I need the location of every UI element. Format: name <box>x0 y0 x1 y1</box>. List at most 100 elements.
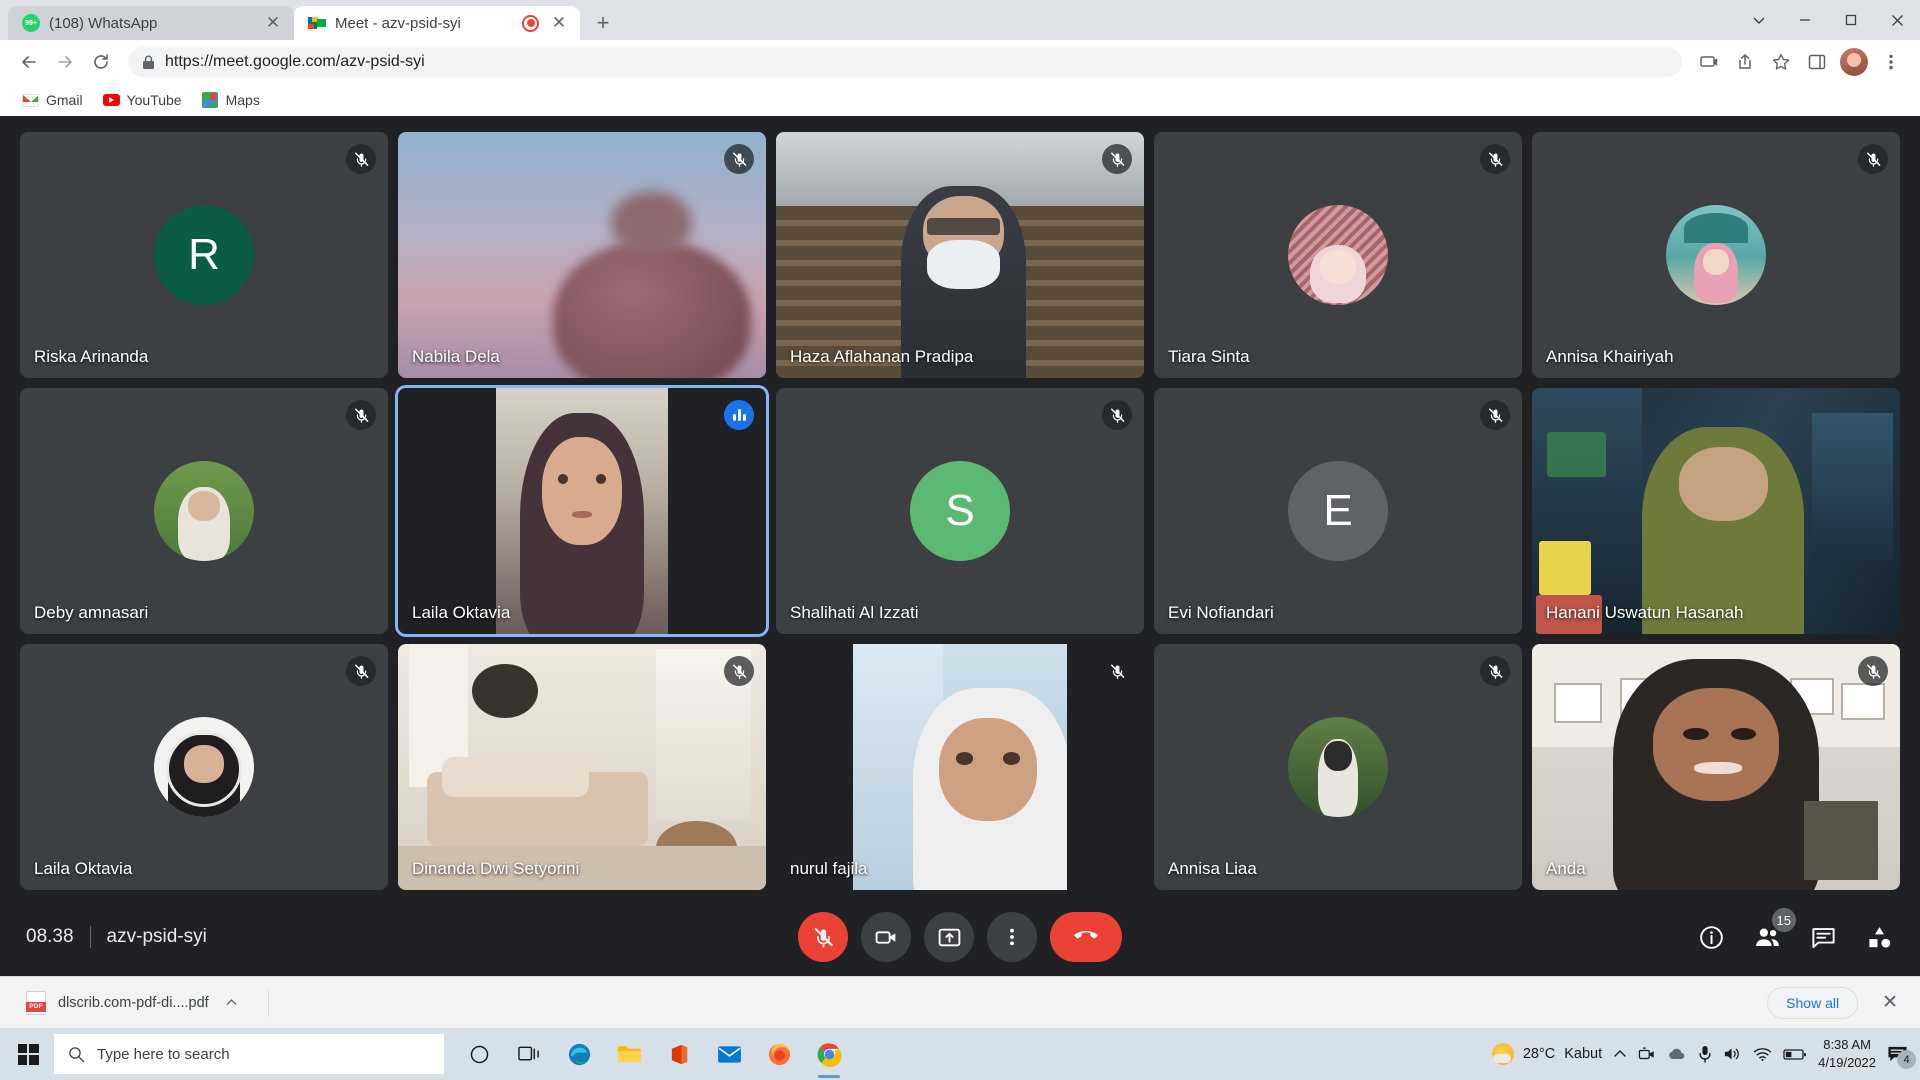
meeting-details-button[interactable] <box>1696 922 1726 952</box>
chevron-up-icon[interactable] <box>221 996 242 1009</box>
minimize-icon[interactable] <box>1782 0 1828 40</box>
video-feed <box>776 132 1144 378</box>
mic-off-icon <box>724 656 754 686</box>
chat-button[interactable] <box>1808 922 1838 952</box>
participant-tile[interactable]: Laila Oktavia <box>20 644 388 890</box>
start-button[interactable] <box>4 1028 52 1080</box>
microsoft-edge-icon[interactable] <box>556 1028 602 1080</box>
close-window-icon[interactable] <box>1874 0 1920 40</box>
bookmark-youtube[interactable]: YouTube <box>95 89 190 112</box>
participant-tile[interactable]: R Riska Arinanda <box>20 132 388 378</box>
weather-widget[interactable]: 28°C Kabut <box>1491 1043 1602 1065</box>
microphone-off-button[interactable] <box>798 912 848 962</box>
meet-control-bar: 08.38 azv-psid-syi 15 <box>0 898 1920 976</box>
new-tab-button[interactable]: + <box>586 6 620 40</box>
media-cast-icon[interactable] <box>1692 45 1726 79</box>
show-all-downloads-button[interactable]: Show all <box>1767 986 1859 1019</box>
microsoft-office-icon[interactable] <box>656 1028 702 1080</box>
video-feed <box>1532 644 1900 890</box>
bookmark-star-icon[interactable] <box>1764 45 1798 79</box>
avatar <box>1288 717 1388 817</box>
tab-close-icon[interactable]: ✕ <box>548 12 570 34</box>
leave-call-button[interactable] <box>1050 912 1122 962</box>
participant-tile[interactable]: Annisa Liaa <box>1154 644 1522 890</box>
mic-off-icon <box>346 400 376 430</box>
participant-name: Haza Aflahanan Pradipa <box>790 347 974 366</box>
participant-tile-active-speaker[interactable]: Laila Oktavia <box>398 388 766 634</box>
battery-icon[interactable] <box>1783 1048 1807 1061</box>
microphone-tray-icon[interactable] <box>1698 1045 1712 1063</box>
participant-name: Laila Oktavia <box>34 859 133 878</box>
bookmark-gmail[interactable]: Gmail <box>14 89 91 112</box>
participant-tile-self[interactable]: Anda <box>1532 644 1900 890</box>
taskbar-apps <box>456 1028 852 1080</box>
participant-name: Nabila Dela <box>412 347 500 366</box>
share-icon[interactable] <box>1728 45 1762 79</box>
forward-arrow-icon[interactable] <box>48 45 82 79</box>
volume-icon[interactable] <box>1723 1046 1742 1062</box>
participant-tile[interactable]: Tiara Sinta <box>1154 132 1522 378</box>
search-icon <box>68 1046 85 1063</box>
mail-icon[interactable] <box>706 1028 752 1080</box>
participant-grid: R Riska Arinanda Nabila Dela Haza Aflaha… <box>0 116 1920 898</box>
participant-tile[interactable]: Nabila Dela <box>398 132 766 378</box>
google-meet-icon <box>308 14 326 32</box>
participant-name: Anda <box>1546 859 1586 878</box>
close-shelf-icon[interactable]: ✕ <box>1876 991 1904 1014</box>
browser-tab-meet[interactable]: Meet - azv-psid-syi ✕ <box>294 6 580 40</box>
avatar <box>1666 205 1766 305</box>
bookmark-maps[interactable]: Maps <box>194 89 268 112</box>
chrome-menu-icon[interactable] <box>1874 45 1908 79</box>
show-hidden-icons-button[interactable] <box>1613 1047 1627 1061</box>
onedrive-cloud-icon[interactable] <box>1667 1047 1687 1061</box>
notification-center-button[interactable]: 4 <box>1887 1045 1916 1069</box>
windows-logo-icon <box>17 1043 39 1065</box>
present-screen-button[interactable] <box>924 912 974 962</box>
firefox-icon[interactable] <box>756 1028 802 1080</box>
maximize-icon[interactable] <box>1828 0 1874 40</box>
file-explorer-icon[interactable] <box>606 1028 652 1080</box>
taskbar-search-input[interactable]: Type here to search <box>54 1034 444 1074</box>
participant-name: Laila Oktavia <box>412 603 511 622</box>
participant-name: Annisa Khairiyah <box>1546 347 1674 366</box>
participant-tile[interactable]: Dinanda Dwi Setyorini <box>398 644 766 890</box>
participant-tile[interactable]: nurul fajila <box>776 644 1144 890</box>
side-panel-icon[interactable] <box>1800 45 1834 79</box>
tab-recording-icon[interactable] <box>522 14 539 32</box>
activities-button[interactable] <box>1864 922 1894 952</box>
participant-count-badge: 15 <box>1771 908 1796 932</box>
participant-tile[interactable]: Haza Aflahanan Pradipa <box>776 132 1144 378</box>
participant-name: Evi Nofiandari <box>1168 603 1274 622</box>
back-arrow-icon[interactable] <box>12 45 46 79</box>
participant-tile[interactable]: E Evi Nofiandari <box>1154 388 1522 634</box>
more-options-button[interactable] <box>987 912 1037 962</box>
mic-off-icon <box>346 656 376 686</box>
reload-icon[interactable] <box>84 45 118 79</box>
browser-tab-whatsapp[interactable]: 99+ (108) WhatsApp ✕ <box>8 6 294 40</box>
participant-tile[interactable]: S Shalihati Al Izzati <box>776 388 1144 634</box>
participant-tile[interactable]: Annisa Khairiyah <box>1532 132 1900 378</box>
participant-tile[interactable]: Deby amnasari <box>20 388 388 634</box>
google-chrome-icon[interactable] <box>806 1028 852 1080</box>
mic-off-icon <box>724 144 754 174</box>
wifi-icon[interactable] <box>1753 1047 1772 1062</box>
task-view-icon[interactable] <box>506 1028 552 1080</box>
address-bar[interactable]: https://meet.google.com/azv-psid-syi <box>128 47 1682 77</box>
meet-camera-tray-icon[interactable] <box>1638 1046 1656 1062</box>
mic-off-icon <box>1480 144 1510 174</box>
show-everyone-button[interactable]: 15 <box>1752 908 1796 952</box>
participant-tile[interactable]: Hanani Uswatun Hasanah <box>1532 388 1900 634</box>
tab-strip: 99+ (108) WhatsApp ✕ Meet - azv-psid-syi… <box>0 0 1920 40</box>
camera-button[interactable] <box>861 912 911 962</box>
tab-close-icon[interactable]: ✕ <box>262 12 284 34</box>
avatar <box>1288 205 1388 305</box>
profile-avatar[interactable] <box>1840 48 1868 76</box>
clock[interactable]: 8:38 AM 4/19/2022 <box>1818 1036 1876 1071</box>
chevron-down-icon[interactable] <box>1736 0 1782 40</box>
bookmark-label: Gmail <box>46 92 83 108</box>
shelf-actions: Show all ✕ <box>1767 986 1904 1019</box>
bookmark-label: YouTube <box>126 92 182 108</box>
download-item[interactable]: dlscrib.com-pdf-di....pdf <box>16 985 252 1021</box>
cortana-icon[interactable] <box>456 1028 502 1080</box>
meet-secondary-controls: 15 <box>1696 908 1894 952</box>
